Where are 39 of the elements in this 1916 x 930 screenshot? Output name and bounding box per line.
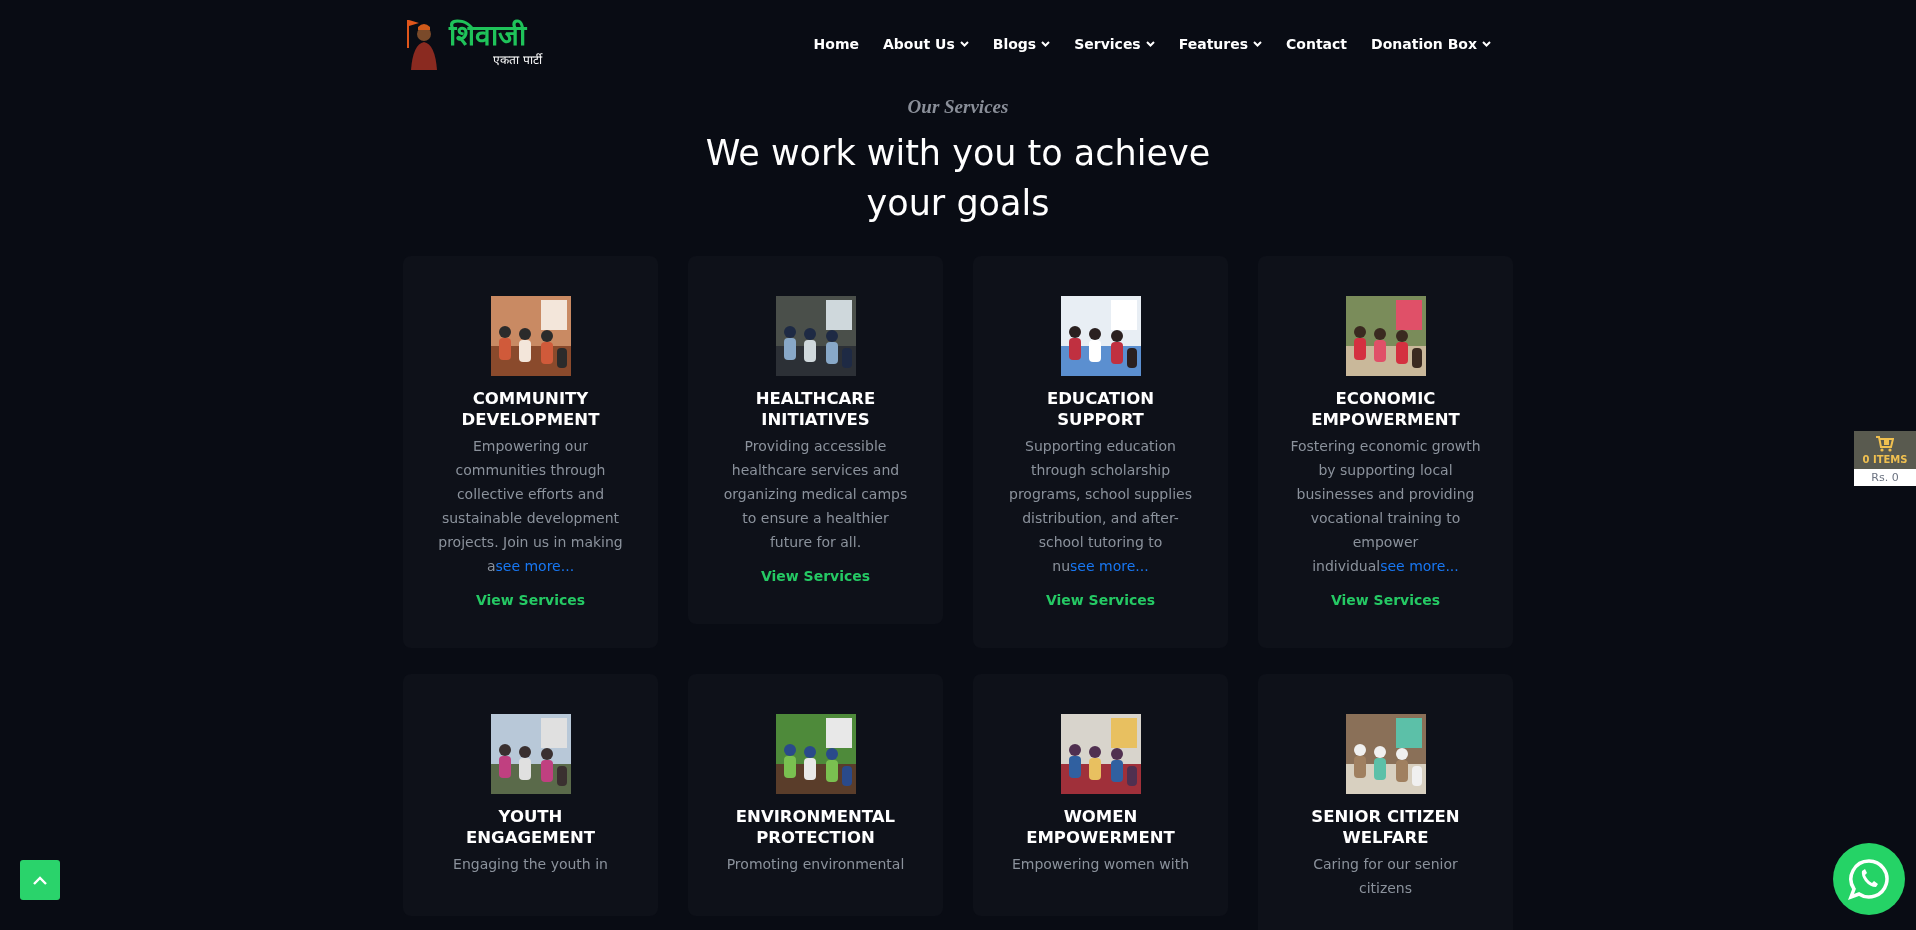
view-services-link[interactable]: View Services	[760, 568, 871, 584]
cart-total: Rs. 0	[1854, 469, 1916, 486]
logo-title: शिवाजी	[449, 20, 528, 51]
service-description: Promoting environmental	[726, 855, 905, 874]
section-eyebrow: Our Services	[906, 96, 1010, 118]
service-title: ENVIRONMENTAL PROTECTION	[734, 806, 897, 848]
view-services-link[interactable]: View Services	[1330, 592, 1441, 608]
service-title: ECONOMIC EMPOWERMENT	[1310, 388, 1461, 430]
service-description: Providing accessible healthcare services and organizing medical camps to ensure a healthier future for all.	[722, 437, 909, 552]
nav-link[interactable]: Home	[813, 36, 859, 52]
service-title: SENIOR CITIZEN WELFARE	[1310, 806, 1461, 848]
service-title: EDUCATION SUPPORT	[1045, 388, 1156, 430]
view-services-link[interactable]: View Services	[1045, 592, 1156, 608]
nav-link[interactable]: Features	[1178, 36, 1263, 52]
chevron-up-icon	[33, 875, 47, 885]
cart-icon	[1876, 436, 1894, 452]
see-more-link[interactable]: see more...	[495, 558, 575, 574]
logo-subtitle: एकता पार्टी	[493, 51, 542, 68]
phone-bubble-icon	[1847, 857, 1891, 901]
service-title: COMMUNITY DEVELOPMENT	[460, 388, 601, 430]
service-title: WOMEN EMPOWERMENT	[1025, 806, 1176, 848]
service-description: Engaging the youth in	[453, 855, 608, 874]
service-description: Supporting education through scholarship programs, school supplies distribution, and after-school tutoring to nusee more...	[1008, 437, 1193, 576]
service-description: Fostering economic growth by supporting local businesses and providing vocational training to empower individualsee more...	[1290, 437, 1481, 576]
view-services-link[interactable]: View Services	[475, 592, 586, 608]
nav-link[interactable]: Blogs	[992, 36, 1051, 52]
see-more-link[interactable]: see more...	[1380, 558, 1459, 574]
cart-item-count: 0 ITEMS	[1862, 454, 1908, 465]
service-title: YOUTH ENGAGEMENT	[465, 806, 596, 848]
service-description: Caring for our senior citizens	[1312, 855, 1459, 898]
service-title: HEALTHCARE INITIATIVES	[754, 388, 877, 430]
service-description: Empowering women with	[1011, 855, 1190, 874]
section-heading: We work with you to achieve your goals	[704, 132, 1212, 225]
nav-link[interactable]: About Us	[883, 36, 969, 52]
service-description: Empowering our communities through collective efforts and sustainable development projects. Join us in making asee more...	[437, 437, 624, 576]
nav-link[interactable]: Contact	[1286, 36, 1348, 52]
see-more-link[interactable]: see more...	[1070, 558, 1149, 574]
nav-link[interactable]: Services	[1074, 36, 1155, 52]
nav-link[interactable]: Donation Box	[1371, 36, 1491, 52]
